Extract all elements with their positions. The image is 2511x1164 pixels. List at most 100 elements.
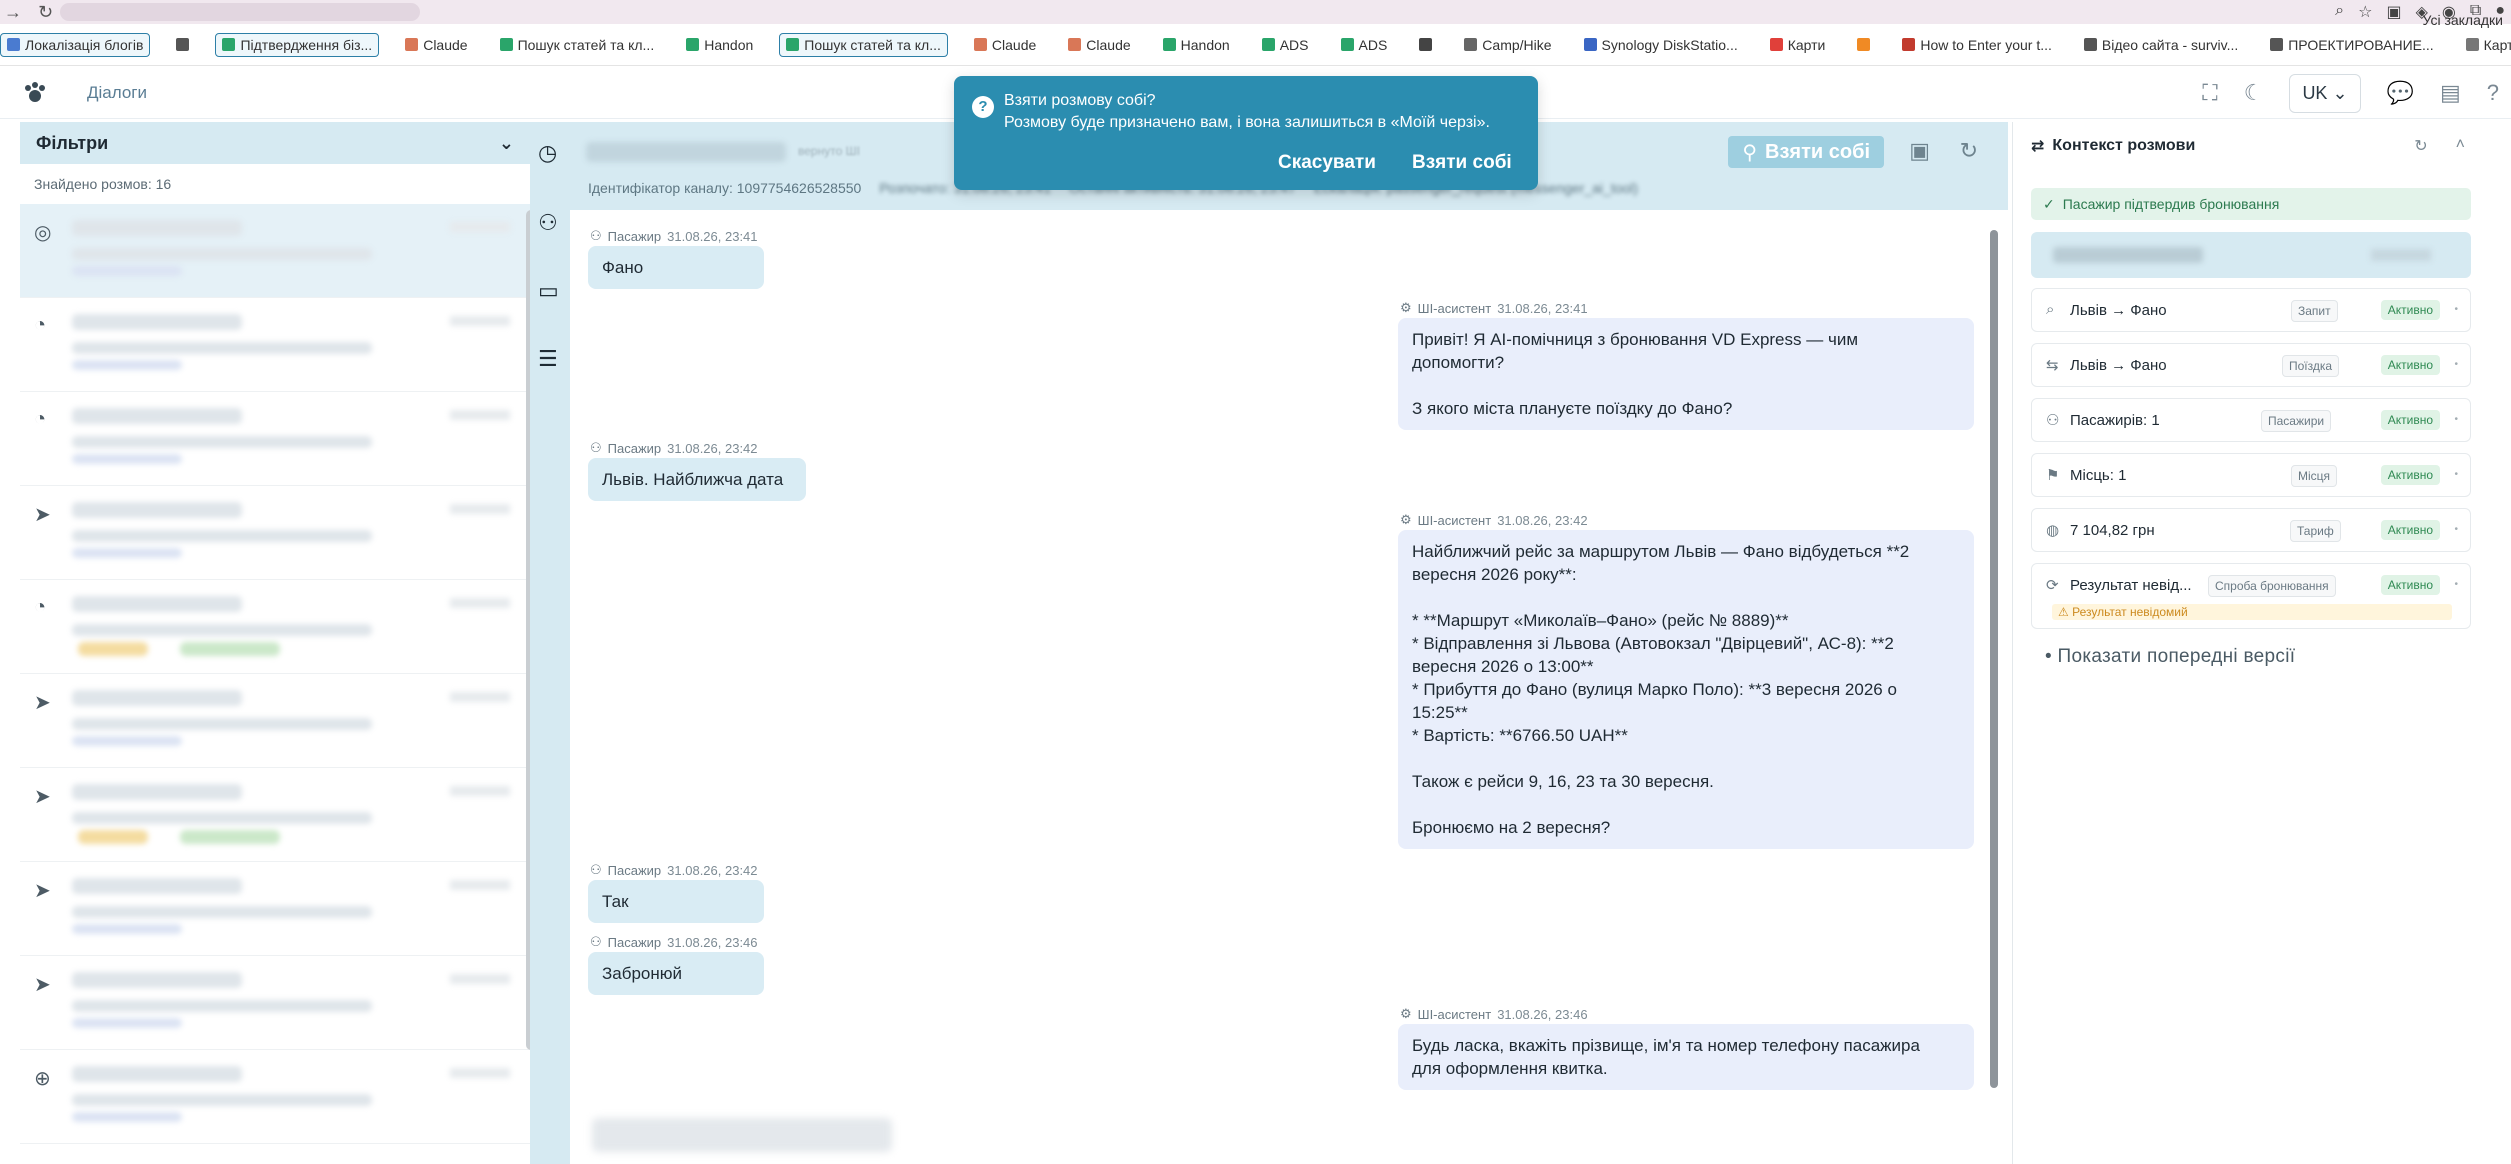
- bookmark-label: Claude: [423, 36, 468, 53]
- context-item-blurred[interactable]: [2031, 232, 2471, 278]
- collapse-icon[interactable]: ˄: [2456, 136, 2465, 156]
- bookmark-item[interactable]: Пошук статей та кл...: [779, 32, 948, 57]
- refresh-icon[interactable]: ↻: [2414, 136, 2427, 156]
- language-select[interactable]: UK ⌄: [2289, 73, 2361, 113]
- folder-icon[interactable]: ▭: [538, 278, 562, 303]
- bookmark-item[interactable]: Claude: [399, 34, 473, 56]
- conversation-item[interactable]: ➤: [20, 486, 530, 580]
- blurred-text: [2371, 249, 2431, 261]
- address-bar[interactable]: [60, 3, 420, 21]
- reload-icon[interactable]: ↻: [38, 2, 53, 22]
- expand-icon[interactable]: •: [2454, 304, 2458, 315]
- conversation-item[interactable]: ➤: [20, 862, 530, 956]
- take-conversation-button[interactable]: ⚲ Взяти собі: [1728, 136, 1884, 168]
- bookmark-item[interactable]: Карти: [2460, 34, 2511, 56]
- bookmark-item[interactable]: Відео сайта - surviv...: [2078, 34, 2244, 56]
- star-icon[interactable]: ☆: [2358, 2, 2372, 22]
- conversation-item[interactable]: ⊕: [20, 1050, 530, 1144]
- list-icon[interactable]: ☰: [538, 346, 562, 371]
- moon-icon[interactable]: ☾: [2244, 80, 2264, 106]
- conversation-item[interactable]: ◔: [20, 392, 530, 486]
- bookmark-item[interactable]: Локалізація блогів: [0, 32, 151, 57]
- message-author: ШІ-асистент: [1417, 300, 1492, 316]
- conversation-item[interactable]: ➤: [20, 674, 530, 768]
- help-icon[interactable]: ?: [2487, 80, 2499, 106]
- chat-scrollbar[interactable]: [1990, 230, 1998, 1088]
- conversation-item[interactable]: ➤: [20, 956, 530, 1050]
- expand-icon[interactable]: •: [2454, 469, 2458, 480]
- context-item[interactable]: ◍ 7 104,82 грн Тариф Активно •: [2031, 508, 2471, 552]
- bookmark-item[interactable]: [170, 35, 195, 54]
- add-document-icon[interactable]: ▤: [2440, 80, 2461, 106]
- cancel-button[interactable]: Скасувати: [1278, 152, 1376, 174]
- expand-icon[interactable]: •: [2454, 579, 2458, 590]
- bookmark-item[interactable]: [1413, 35, 1438, 54]
- chevron-down-icon[interactable]: ⌄: [499, 133, 514, 154]
- context-item[interactable]: ⚑ Місць: 1 Місця Активно •: [2031, 453, 2471, 497]
- bookmark-item[interactable]: Підтвердження біз...: [215, 32, 380, 57]
- bookmark-item[interactable]: Claude: [1062, 34, 1136, 56]
- expand-icon[interactable]: •: [2454, 524, 2458, 535]
- filters-header[interactable]: Фільтри ⌄: [20, 122, 530, 164]
- context-item[interactable]: ⚇ Пасажирів: 1 Пасажири Активно •: [2031, 398, 2471, 442]
- bookmark-item[interactable]: ПРОЕКТИРОВАНИЕ...: [2264, 34, 2439, 56]
- booking-confirmed-badge: ✓ Пасажир підтвердив бронювання: [2031, 188, 2471, 220]
- bookmark-label: Handon: [1180, 36, 1230, 53]
- context-item[interactable]: ⇆ Львів → Фано Поїздка Активно •: [2031, 343, 2471, 387]
- bookmark-item[interactable]: Карти: [1764, 34, 1832, 56]
- bookmark-label: Відео сайта - surviv...: [2101, 36, 2239, 53]
- message-author: Пасажир: [607, 228, 662, 244]
- context-item[interactable]: ⌕ Львів → Фано Запит Активно •: [2031, 288, 2471, 332]
- conversation-item[interactable]: ➤: [20, 768, 530, 862]
- bookmark-item[interactable]: Handon: [680, 34, 759, 56]
- archive-icon[interactable]: ▣: [1909, 138, 1930, 164]
- conversation-item[interactable]: ◔: [20, 580, 530, 674]
- conversation-item[interactable]: ◎: [20, 204, 530, 298]
- blurred-text: [72, 266, 182, 276]
- bookmark-item[interactable]: [1851, 35, 1876, 54]
- confirm-take-button[interactable]: Взяти собі: [1412, 152, 1512, 174]
- message-meta: ⚇ Пасажир 31.08.26, 23:42: [590, 440, 758, 456]
- message-author: ШІ-асистент: [1417, 1006, 1492, 1022]
- conversation-item[interactable]: ◔: [20, 298, 530, 392]
- fullscreen-icon[interactable]: ⛶: [2202, 80, 2217, 106]
- blurred-tag: [78, 830, 148, 844]
- expand-icon[interactable]: •: [2454, 359, 2458, 370]
- bookmark-label: Пошук статей та кл...: [517, 36, 655, 53]
- message-time: 31.08.26, 23:41: [1497, 300, 1588, 316]
- message-time: 31.08.26, 23:41: [667, 228, 758, 244]
- blurred-text: [72, 1094, 372, 1106]
- bookmark-item[interactable]: How to Enter your t...: [1896, 34, 2058, 56]
- show-previous-versions[interactable]: • Показати попередні версії: [2045, 646, 2295, 668]
- app-logo-icon[interactable]: [22, 80, 48, 106]
- user-icon: ⚇: [590, 934, 602, 949]
- clock-icon[interactable]: ◷: [538, 140, 562, 165]
- bookmark-favicon-icon: [1340, 38, 1354, 51]
- bookmark-item[interactable]: ADS: [1335, 34, 1394, 56]
- context-item[interactable]: ⟳ Результат невід... Спроба бронювання Акти…: [2031, 563, 2471, 629]
- bookmark-item[interactable]: Synology DiskStatio...: [1578, 34, 1744, 56]
- warning-note: ⚠ Результат невідомий: [2052, 604, 2452, 620]
- expand-icon[interactable]: •: [2454, 414, 2458, 425]
- bookmark-item[interactable]: ADS: [1256, 34, 1315, 56]
- all-bookmarks[interactable]: Усі закладки: [2422, 12, 2503, 28]
- blurred-text: [72, 690, 242, 706]
- passenger-message: Фано: [588, 246, 764, 289]
- breadcrumb-dialogs[interactable]: Діалоги: [87, 83, 147, 103]
- blurred-text: [72, 1066, 242, 1082]
- forward-icon[interactable]: →: [4, 2, 22, 22]
- blurred-time: [450, 598, 510, 608]
- user-icon[interactable]: ⚇: [538, 210, 562, 235]
- show-previous-label: Показати попередні версії: [2057, 646, 2296, 667]
- blurred-text: [72, 924, 182, 934]
- bookmark-item[interactable]: Claude: [968, 34, 1042, 56]
- bookmark-item[interactable]: Пошук статей та кл...: [494, 34, 661, 56]
- bookmark-item[interactable]: Camp/Hike: [1458, 34, 1557, 56]
- context-title: Контекст розмови: [2052, 137, 2196, 154]
- refresh-icon[interactable]: ↻: [1960, 138, 1978, 164]
- zoom-icon[interactable]: ⌕: [2335, 2, 2344, 22]
- chat-icon[interactable]: 💬: [2387, 80, 2414, 106]
- bookmark-item[interactable]: Handon: [1157, 34, 1236, 56]
- extension-icon[interactable]: ▣: [2386, 2, 2401, 22]
- passenger-message: Львів. Найближча дата: [588, 458, 806, 501]
